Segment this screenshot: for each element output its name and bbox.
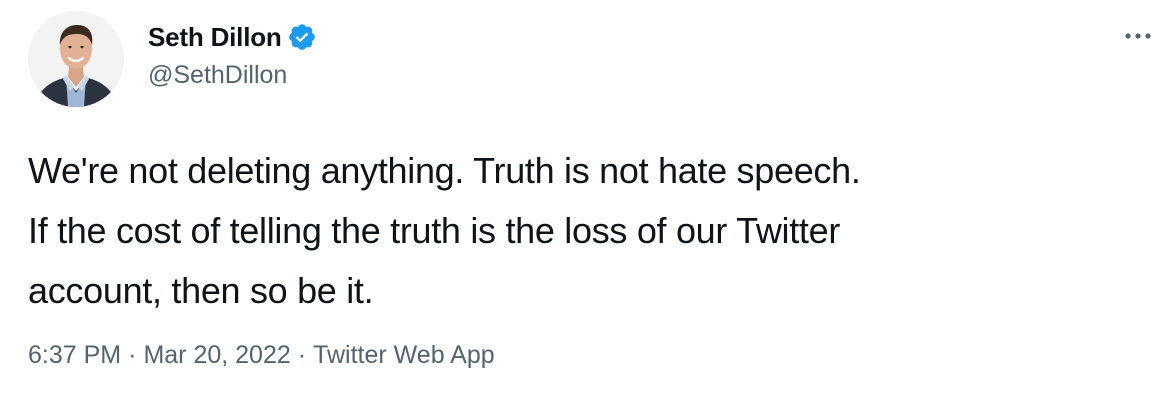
author-handle[interactable]: @SethDillon xyxy=(148,61,287,90)
author-display-name[interactable]: Seth Dillon xyxy=(148,22,282,53)
tweet-text-line: account, then so be it. xyxy=(28,270,374,311)
tweet-text: We're not deleting anything. Truth is no… xyxy=(28,141,1148,321)
tweet-text-line: If the cost of telling the truth is the … xyxy=(28,210,841,251)
tweet-source[interactable]: Twitter Web App xyxy=(313,341,495,370)
tweet-metadata: 6:37 PM · Mar 20, 2022 · Twitter Web App xyxy=(28,341,495,370)
meta-separator: · xyxy=(128,341,137,369)
author-name-row: Seth Dillon xyxy=(148,20,317,54)
tweet-time[interactable]: 6:37 PM xyxy=(28,341,121,370)
tweet-date[interactable]: Mar 20, 2022 xyxy=(143,341,290,370)
more-options-icon[interactable] xyxy=(1120,24,1156,48)
meta-separator: · xyxy=(297,341,307,369)
avatar[interactable] xyxy=(28,11,124,107)
tweet-text-line: We're not deleting anything. Truth is no… xyxy=(28,150,861,191)
tweet-card: Seth Dillon @SethDillon We're not deleti… xyxy=(0,0,1174,400)
avatar-image xyxy=(28,11,124,107)
verified-badge-icon xyxy=(287,22,317,52)
